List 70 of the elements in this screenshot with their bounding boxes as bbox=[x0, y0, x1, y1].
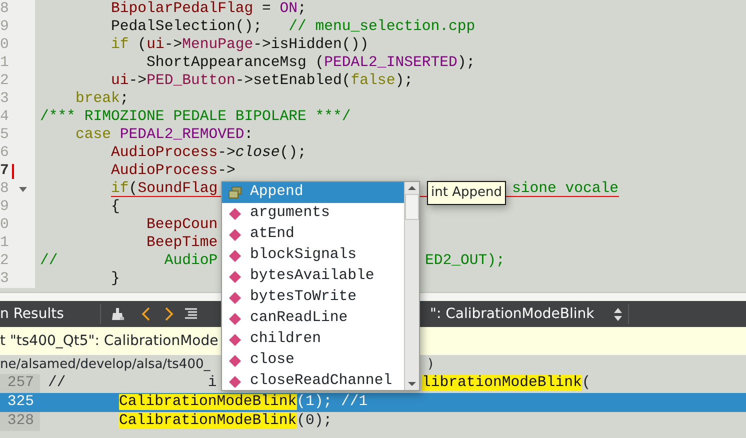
completion-item[interactable]: close bbox=[222, 350, 404, 371]
code-line: // AudioP bbox=[39, 252, 218, 270]
completion-item[interactable]: arguments bbox=[222, 203, 404, 224]
line-number: 2 bbox=[0, 252, 9, 270]
code-line: if(SoundFlag bbox=[110, 180, 218, 198]
result-text: CalibrationModeBlink(1); //1 bbox=[118, 393, 368, 412]
completion-item[interactable]: bytesToWrite bbox=[222, 287, 404, 308]
completion-item[interactable]: atEnd bbox=[222, 224, 404, 245]
file-path-tail: ) bbox=[428, 356, 434, 374]
line-number: 3 bbox=[0, 90, 9, 108]
class-icon bbox=[228, 186, 242, 200]
diamond-icon bbox=[228, 228, 242, 242]
line-number: 8 bbox=[0, 0, 9, 18]
diamond-icon bbox=[228, 332, 242, 346]
panel-title: n Results bbox=[0, 304, 65, 324]
tooltip: int Append bbox=[427, 181, 506, 204]
list-icon[interactable] bbox=[185, 308, 197, 320]
code-line: if (ui->MenuPage->isHidden()) bbox=[110, 36, 369, 54]
diamond-icon bbox=[228, 374, 242, 388]
line-number: 7 bbox=[0, 162, 9, 180]
line-number: 328 bbox=[0, 412, 40, 431]
line-number: 0 bbox=[0, 36, 9, 54]
line-number: 1 bbox=[0, 54, 9, 72]
diamond-icon bbox=[228, 206, 242, 220]
line-number: 9 bbox=[0, 18, 9, 36]
file-path[interactable]: ne/alsamed/develop/alsa/ts400_ bbox=[0, 357, 210, 372]
code-line: BeepTime bbox=[146, 234, 218, 252]
completion-item[interactable]: children bbox=[222, 329, 404, 350]
up-down-icon[interactable] bbox=[614, 308, 622, 320]
line-number: 1 bbox=[0, 234, 9, 252]
forward-icon[interactable] bbox=[164, 307, 174, 321]
completion-item[interactable]: bytesAvailable bbox=[222, 266, 404, 287]
completion-item[interactable]: blockSignals bbox=[222, 245, 404, 266]
search-combo[interactable]: ": CalibrationModeBlink bbox=[430, 304, 610, 324]
line-number: 257 bbox=[0, 374, 40, 393]
line-number: 3 bbox=[0, 270, 9, 288]
completion-item[interactable]: canReadLine bbox=[222, 308, 404, 329]
result-text: librationModeBlink( bbox=[422, 374, 591, 393]
code-line: PedalSelection(); // menu_selection.cpp bbox=[110, 18, 476, 36]
clear-icon[interactable] bbox=[111, 307, 125, 321]
completion-item[interactable]: closeReadChannel bbox=[222, 371, 404, 392]
completion-item[interactable]: Append bbox=[222, 182, 404, 203]
diamond-icon bbox=[228, 248, 242, 262]
line-number: 9 bbox=[0, 198, 9, 216]
line-number: 2 bbox=[0, 72, 9, 90]
diamond-icon bbox=[228, 270, 242, 284]
line-number: 6 bbox=[0, 144, 9, 162]
code-line: sione vocale bbox=[512, 180, 619, 198]
result-summary: t "ts400_Qt5": CalibrationMode bbox=[0, 332, 218, 350]
line-number: 325 bbox=[6, 393, 35, 412]
code-line: { bbox=[110, 198, 120, 216]
code-line: /*** RIMOZIONE PEDALE BIPOLARE ***/ bbox=[39, 108, 351, 126]
line-number: 5 bbox=[0, 126, 9, 144]
code-line: } bbox=[110, 270, 120, 288]
code-line: break; bbox=[74, 90, 129, 108]
result-text: // i bbox=[47, 374, 217, 393]
code-line: AudioProcess-> bbox=[110, 162, 236, 180]
back-icon[interactable] bbox=[141, 307, 151, 321]
code-line: ED2_OUT); bbox=[425, 252, 505, 270]
code-line: ShortAppearanceMsg (PEDAL2_INSERTED); bbox=[146, 54, 476, 72]
fold-icon[interactable] bbox=[19, 187, 27, 192]
code-line: BipolarPedalFlag = ON; bbox=[110, 0, 306, 18]
code-line: case PEDAL2_REMOVED: bbox=[74, 126, 254, 144]
code-line: BeepCoun bbox=[146, 216, 218, 234]
code-line: ui->PED_Button->setEnabled(false); bbox=[110, 72, 413, 90]
line-number: 0 bbox=[0, 216, 9, 234]
scrollbar-thumb[interactable] bbox=[405, 194, 419, 220]
line-number: 8 bbox=[0, 180, 9, 198]
code-line: AudioProcess->close(); bbox=[110, 144, 306, 162]
line-number: 4 bbox=[0, 108, 9, 126]
